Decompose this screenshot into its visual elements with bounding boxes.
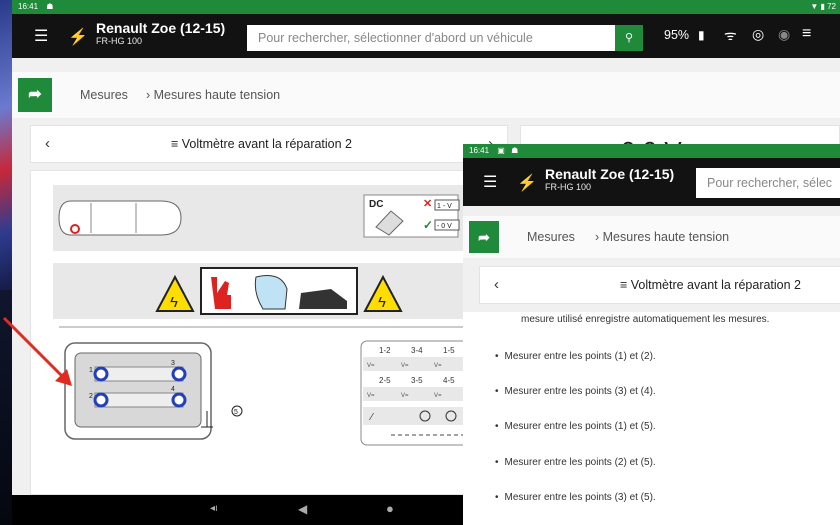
instruction-step-4: Mesurer entre les points (2) et (5). xyxy=(505,457,656,468)
overlay-status-time: 16:41 xyxy=(469,146,490,155)
instruction-step-5: Mesurer entre les points (3) et (5). xyxy=(505,492,656,503)
overlay-instructions-panel: mesure utilisé enregistre automatiquemen… xyxy=(463,312,840,525)
instruction-step-2: Mesurer entre les points (3) et (4). xyxy=(505,386,656,397)
overlay-android-icon: ☗ xyxy=(511,146,519,155)
overlay-chevron-left-icon[interactable]: ‹ xyxy=(494,276,499,293)
instruction-step-1: Mesurer entre les points (1) et (2). xyxy=(505,351,656,362)
overlay-procedure-header: ‹ ≡ Voltmètre avant la réparation 2 xyxy=(479,266,840,304)
instructions-intro: mesure utilisé enregistre automatiquemen… xyxy=(521,314,770,325)
overlay-gallery-icon: ▣ xyxy=(497,146,505,155)
overlay-back-arrow-icon[interactable]: ➦ xyxy=(469,221,499,253)
tablet-overlay: 16:41 ▣ ☗ ☰ ⚡ Renault Zoe (12-15) FR-HG … xyxy=(463,144,840,525)
overlay-app-header: ☰ ⚡ Renault Zoe (12-15) FR-HG 100 Pour r… xyxy=(463,158,840,206)
instruction-step-3: Mesurer entre les points (1) et (5). xyxy=(505,421,656,432)
overlay-vehicle-name: Renault Zoe (12-15) xyxy=(545,166,675,182)
red-arrow-line xyxy=(2,316,64,378)
overlay-car-plug-icon: ⚡ xyxy=(517,175,537,192)
overlay-breadcrumb-mesures[interactable]: Mesures xyxy=(527,230,575,244)
overlay-status-bar: 16:41 ▣ ☗ xyxy=(463,144,840,158)
overlay-list-menu-icon[interactable]: ☰ xyxy=(483,172,497,192)
overlay-search-input[interactable]: Pour rechercher, sélec xyxy=(696,168,840,198)
screenshot-stage: 16:41 ☗ ▼ ▮ 72 ☰ ⚡ Renault Zoe (12-15) F… xyxy=(0,0,840,525)
overlay-vehicle-code: FR-HG 100 xyxy=(545,182,592,192)
overlay-breadcrumb-current: › Mesures haute tension xyxy=(595,230,730,244)
overlay-vehicle-info[interactable]: Renault Zoe (12-15) FR-HG 100 xyxy=(545,166,674,192)
overlay-procedure-title: ≡ Voltmètre avant la réparation 2 xyxy=(620,278,802,292)
overlay-breadcrumb: ➦ Mesures › Mesures haute tension xyxy=(463,216,840,258)
